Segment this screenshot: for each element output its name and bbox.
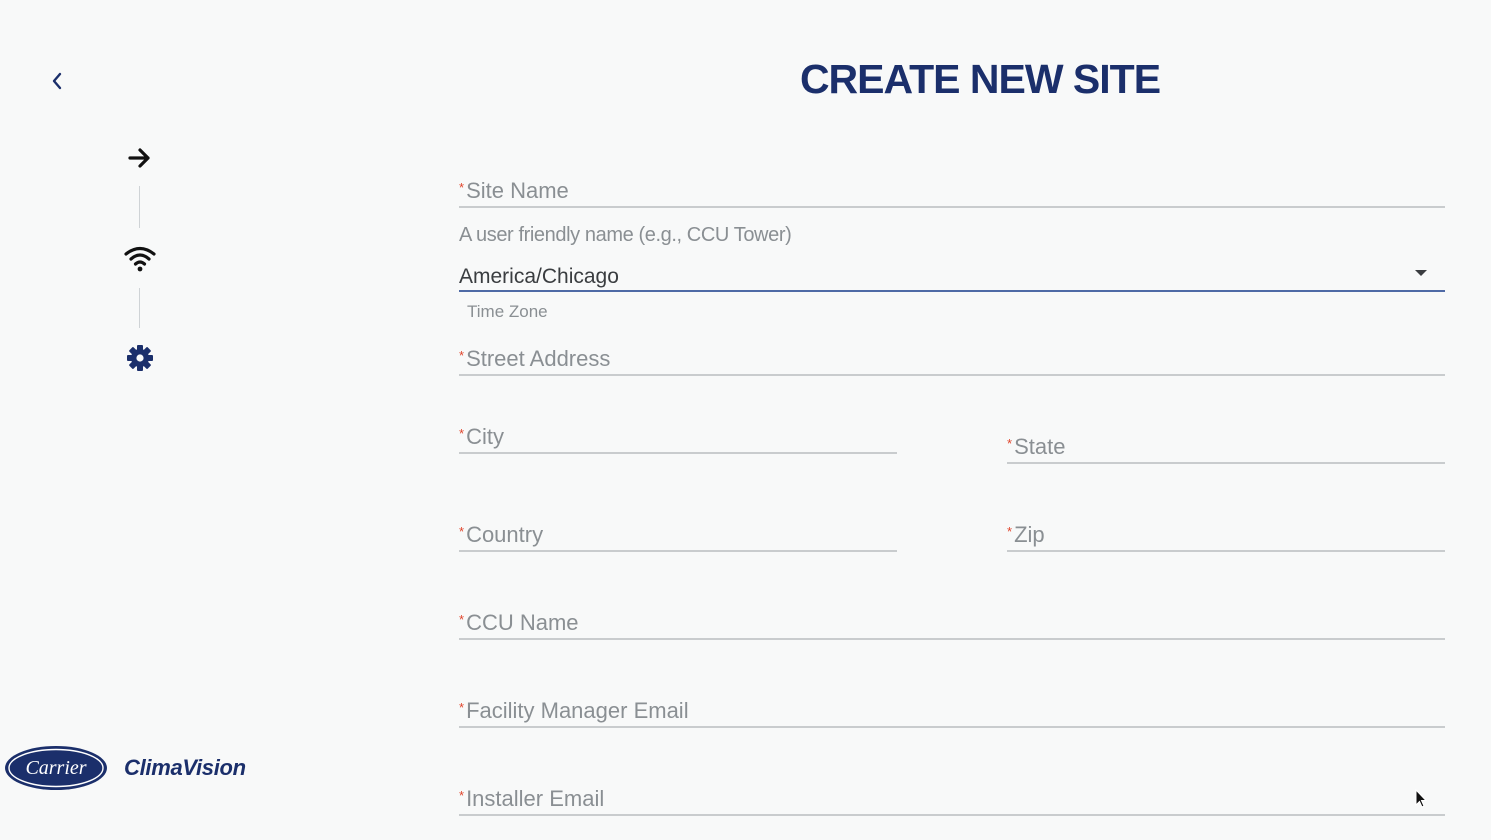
field-underline <box>459 206 1445 208</box>
site-name-helper: A user friendly name (e.g., CCU Tower) <box>459 224 792 246</box>
field-underline <box>459 290 1445 292</box>
step-connector <box>139 186 140 228</box>
step-site-details[interactable] <box>118 138 162 178</box>
wifi-icon <box>124 246 156 272</box>
zip-field[interactable]: *Zip <box>1007 514 1445 552</box>
field-underline <box>459 814 1445 816</box>
time-zone-helper: Time Zone <box>467 302 548 321</box>
back-button[interactable] <box>44 68 70 94</box>
installer-email-field[interactable]: *Installer Email <box>459 778 1445 816</box>
brand-logo: Carrier ClimaVision <box>4 745 246 791</box>
facility-manager-email-field[interactable]: *Facility Manager Email <box>459 690 1445 728</box>
arrow-right-icon <box>128 148 150 168</box>
step-network[interactable] <box>118 238 162 278</box>
field-underline <box>459 452 897 454</box>
gear-icon <box>127 345 153 371</box>
step-settings[interactable] <box>118 338 162 378</box>
create-site-page: Carrier ClimaVision CREATE NEW SITE *Sit… <box>0 0 1491 840</box>
city-field[interactable]: *City <box>459 416 897 454</box>
time-zone-select[interactable]: America/Chicago <box>459 262 1445 292</box>
installer-email-input[interactable] <box>459 778 1445 814</box>
street-address-field[interactable]: *Street Address <box>459 338 1445 376</box>
field-underline <box>459 638 1445 640</box>
state-input[interactable] <box>1007 426 1445 462</box>
page-title: CREATE NEW SITE <box>799 56 1161 102</box>
mouse-pointer-icon <box>1415 789 1428 808</box>
country-input[interactable] <box>459 514 897 550</box>
street-address-input[interactable] <box>459 338 1445 374</box>
city-input[interactable] <box>459 416 897 452</box>
field-underline <box>1007 550 1445 552</box>
svg-text:Carrier: Carrier <box>25 757 86 779</box>
site-name-field[interactable]: *Site Name <box>459 170 1445 208</box>
facility-manager-email-input[interactable] <box>459 690 1445 726</box>
zip-input[interactable] <box>1007 514 1445 550</box>
product-name: ClimaVision <box>124 755 246 780</box>
ccu-name-input[interactable] <box>459 602 1445 638</box>
country-field[interactable]: *Country <box>459 514 897 552</box>
field-underline <box>459 374 1445 376</box>
site-name-input[interactable] <box>459 170 1445 206</box>
caret-down-icon <box>1415 270 1427 276</box>
carrier-logo: Carrier <box>5 746 107 790</box>
chevron-left-icon <box>52 72 62 90</box>
ccu-name-field[interactable]: *CCU Name <box>459 602 1445 640</box>
field-underline <box>1007 462 1445 464</box>
time-zone-value: America/Chicago <box>459 265 619 288</box>
state-field[interactable]: *State <box>1007 426 1445 464</box>
step-connector <box>139 288 140 328</box>
field-underline <box>459 550 897 552</box>
field-underline <box>459 726 1445 728</box>
